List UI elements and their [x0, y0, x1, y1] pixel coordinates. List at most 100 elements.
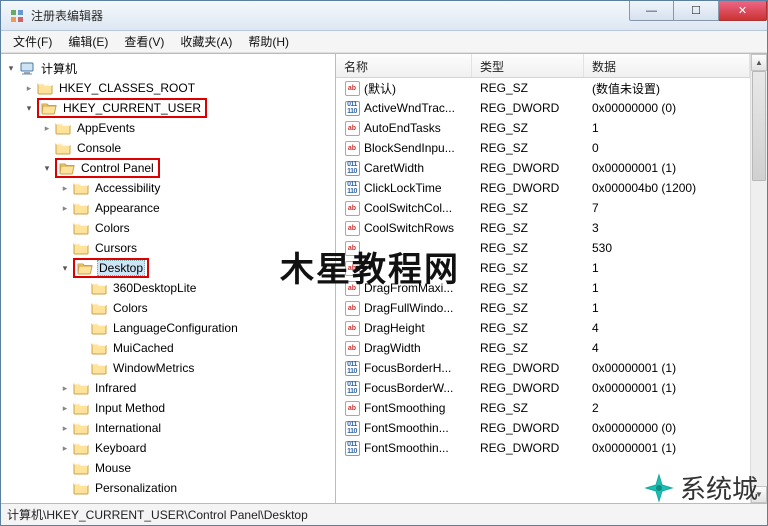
value-data: 0x00000000 (0)	[584, 100, 750, 116]
tree-muicached[interactable]: MuiCached	[77, 338, 333, 358]
list-row[interactable]: abAutoEndTasksREG_SZ1	[336, 118, 750, 138]
tree-root[interactable]: 计算机	[5, 58, 333, 78]
value-type: REG_SZ	[472, 80, 584, 96]
titlebar[interactable]: 注册表编辑器 — ☐ ✕	[1, 1, 767, 31]
list-row[interactable]: abDragHeightREG_SZ4	[336, 318, 750, 338]
list-row[interactable]: abREG_SZ1	[336, 258, 750, 278]
value-name: FontSmoothin...	[364, 441, 449, 455]
scroll-thumb[interactable]	[752, 71, 766, 181]
list-pane: 名称 类型 数据 ab(默认)REG_SZ(数值未设置)011110Active…	[336, 54, 767, 503]
expand-icon[interactable]	[59, 402, 71, 414]
list-row[interactable]: abDragFullWindo...REG_SZ1	[336, 298, 750, 318]
value-data: 1	[584, 260, 750, 276]
value-data: (数值未设置)	[584, 79, 750, 98]
folder-icon	[91, 301, 107, 315]
menu-edit[interactable]: 编辑(E)	[60, 31, 116, 52]
expand-icon[interactable]	[23, 82, 35, 94]
col-name[interactable]: 名称	[336, 54, 472, 77]
reg-sz-icon: ab	[344, 400, 360, 416]
list-row[interactable]: abREG_SZ530	[336, 238, 750, 258]
expand-icon[interactable]	[41, 122, 53, 134]
computer-icon	[19, 61, 35, 75]
expand-icon[interactable]	[23, 102, 35, 114]
minimize-button[interactable]: —	[629, 1, 674, 21]
tree-windowmetrics[interactable]: WindowMetrics	[77, 358, 333, 378]
value-name: (默认)	[364, 80, 396, 97]
list-row[interactable]: 011110FocusBorderW...REG_DWORD0x00000001…	[336, 378, 750, 398]
expand-icon[interactable]	[59, 382, 71, 394]
list-row[interactable]: 011110FontSmoothin...REG_DWORD0x00000000…	[336, 418, 750, 438]
reg-sz-icon: ab	[344, 280, 360, 296]
value-name: FocusBorderH...	[364, 361, 451, 375]
list-row[interactable]: abDragWidthREG_SZ4	[336, 338, 750, 358]
tree-appearance[interactable]: Appearance	[59, 198, 333, 218]
expand-icon[interactable]	[59, 422, 71, 434]
tree-console[interactable]: Console	[41, 138, 333, 158]
list-row[interactable]: abCoolSwitchCol...REG_SZ7	[336, 198, 750, 218]
list-row[interactable]: abDragFromMaxi...REG_SZ1	[336, 278, 750, 298]
folder-open-icon	[77, 261, 93, 275]
tree-input-method[interactable]: Input Method	[59, 398, 333, 418]
expand-icon	[77, 282, 89, 294]
scroll-track[interactable]	[751, 71, 767, 486]
value-name: DragFullWindo...	[364, 301, 453, 315]
close-button[interactable]: ✕	[719, 1, 767, 21]
list-row[interactable]: 011110CaretWidthREG_DWORD0x00000001 (1)	[336, 158, 750, 178]
list-row[interactable]: abBlockSendInpu...REG_SZ0	[336, 138, 750, 158]
expand-icon[interactable]	[59, 442, 71, 454]
tree-hkcu[interactable]: HKEY_CURRENT_USER	[23, 98, 333, 118]
tree-accessibility[interactable]: Accessibility	[59, 178, 333, 198]
status-path: 计算机\HKEY_CURRENT_USER\Control Panel\Desk…	[7, 506, 308, 523]
tree-mouse[interactable]: Mouse	[59, 458, 333, 478]
tree-langcfg[interactable]: LanguageConfiguration	[77, 318, 333, 338]
col-data[interactable]: 数据	[584, 54, 750, 77]
expand-icon[interactable]	[59, 202, 71, 214]
folder-icon	[73, 221, 89, 235]
value-name: FontSmoothin...	[364, 421, 449, 435]
tree-appevents[interactable]: AppEvents	[41, 118, 333, 138]
expand-icon[interactable]	[59, 182, 71, 194]
scroll-down-button[interactable]: ▼	[751, 486, 767, 503]
tree-desktop-colors[interactable]: Colors	[77, 298, 333, 318]
list-row[interactable]: abFontSmoothingREG_SZ2	[336, 398, 750, 418]
col-type[interactable]: 类型	[472, 54, 584, 77]
scroll-up-button[interactable]: ▲	[751, 54, 767, 71]
value-type: REG_SZ	[472, 240, 584, 256]
maximize-button[interactable]: ☐	[674, 1, 719, 21]
expand-icon[interactable]	[41, 162, 53, 174]
reg-dword-icon: 011110	[344, 380, 360, 396]
list-row[interactable]: 011110ActiveWndTrac...REG_DWORD0x0000000…	[336, 98, 750, 118]
list-row[interactable]: abCoolSwitchRowsREG_SZ3	[336, 218, 750, 238]
expand-icon	[41, 142, 53, 154]
list-row[interactable]: 011110FocusBorderH...REG_DWORD0x00000001…	[336, 358, 750, 378]
value-data: 7	[584, 200, 750, 216]
tree-international[interactable]: International	[59, 418, 333, 438]
tree-control-panel[interactable]: Control Panel	[41, 158, 333, 178]
menu-view[interactable]: 查看(V)	[116, 31, 172, 52]
list-row[interactable]: 011110FontSmoothin...REG_DWORD0x00000001…	[336, 438, 750, 458]
tree-pane[interactable]: 计算机 HKEY_CLASSES_ROOT HKEY_CURR	[1, 54, 336, 503]
reg-sz-icon: ab	[344, 140, 360, 156]
reg-dword-icon: 011110	[344, 440, 360, 456]
tree-personalization[interactable]: Personalization	[59, 478, 333, 498]
list-row[interactable]: ab(默认)REG_SZ(数值未设置)	[336, 78, 750, 98]
expand-icon[interactable]	[59, 262, 71, 274]
tree-hkcr[interactable]: HKEY_CLASSES_ROOT	[23, 78, 333, 98]
menu-help[interactable]: 帮助(H)	[240, 31, 297, 52]
menu-favorites[interactable]: 收藏夹(A)	[172, 31, 240, 52]
value-data: 0x00000001 (1)	[584, 440, 750, 456]
tree-desktop[interactable]: Desktop	[59, 258, 333, 278]
menu-file[interactable]: 文件(F)	[5, 31, 60, 52]
expand-icon	[59, 482, 71, 494]
tree-360desktoplite[interactable]: 360DesktopLite	[77, 278, 333, 298]
expand-icon[interactable]	[5, 62, 17, 74]
tree-infrared[interactable]: Infrared	[59, 378, 333, 398]
list-body[interactable]: ab(默认)REG_SZ(数值未设置)011110ActiveWndTrac..…	[336, 78, 750, 503]
tree-keyboard[interactable]: Keyboard	[59, 438, 333, 458]
registry-editor-window: 注册表编辑器 — ☐ ✕ 文件(F) 编辑(E) 查看(V) 收藏夹(A) 帮助…	[0, 0, 768, 526]
tree-cursors[interactable]: Cursors	[59, 238, 333, 258]
list-row[interactable]: 011110ClickLockTimeREG_DWORD0x000004b0 (…	[336, 178, 750, 198]
tree-colors[interactable]: Colors	[59, 218, 333, 238]
vertical-scrollbar[interactable]: ▲ ▼	[750, 54, 767, 503]
reg-dword-icon: 011110	[344, 160, 360, 176]
